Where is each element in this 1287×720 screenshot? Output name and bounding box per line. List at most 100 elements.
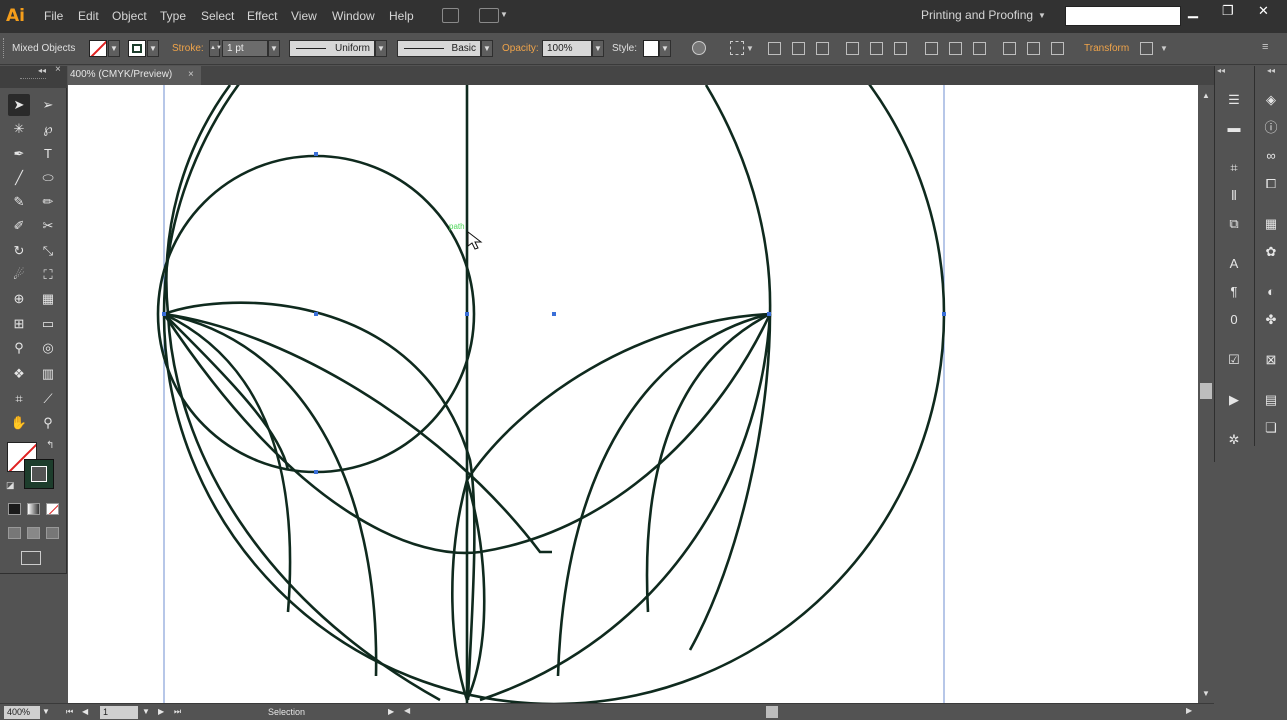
collapse-dock-2-icon[interactable]: ◂◂ — [1267, 66, 1275, 75]
arrange-dropdown-icon[interactable]: ▼ — [500, 10, 508, 19]
brush-definition-select[interactable]: Basic — [397, 40, 481, 57]
menu-type[interactable]: Type — [160, 9, 186, 23]
gradient-tool-icon[interactable]: ▭ — [37, 313, 59, 335]
profile-dropdown-icon[interactable]: ▼ — [375, 40, 387, 57]
fill-dropdown-icon[interactable]: ▼ — [108, 40, 120, 57]
document-tab-close-icon[interactable]: × — [188, 69, 194, 80]
menu-view[interactable]: View — [291, 9, 317, 23]
gradient-panel-icon[interactable]: ▬ — [1224, 118, 1244, 138]
menu-edit[interactable]: Edit — [78, 9, 99, 23]
paintbrush-tool-icon[interactable]: ✎ — [8, 191, 30, 213]
previous-artboard-icon[interactable]: ◀ — [82, 707, 88, 716]
stroke-label[interactable]: Stroke: — [172, 43, 204, 54]
stroke-weight-dropdown-icon[interactable]: ▼ — [268, 40, 280, 57]
inner-arc-bottom-right-path[interactable] — [479, 313, 772, 702]
left-leaf-stroke-1[interactable] — [163, 312, 292, 613]
vertical-align-bottom-icon[interactable] — [894, 42, 907, 55]
free-transform-tool-icon[interactable]: ⛶ — [37, 264, 59, 286]
document-tab[interactable]: 400% (CMYK/Preview) — [68, 66, 201, 85]
scroll-right-icon[interactable]: ▶ — [1186, 706, 1192, 715]
opentype-panel-icon[interactable]: 0 — [1224, 310, 1244, 330]
align-to-selection-icon[interactable] — [730, 41, 744, 55]
vertical-align-center-icon[interactable] — [870, 42, 883, 55]
restore-icon[interactable]: ❐ — [1222, 3, 1234, 19]
collapse-panel-icon[interactable]: ◂◂ — [38, 66, 46, 75]
magic-wand-tool-icon[interactable]: ✳ — [8, 118, 30, 140]
workspace-switcher[interactable]: Printing and Proofing — [921, 8, 1033, 22]
scale-tool-icon[interactable]: ⤡ — [37, 240, 59, 262]
eyedropper-tool-icon[interactable]: ⚲ — [8, 337, 30, 359]
first-artboard-icon[interactable]: ⏮ — [66, 707, 73, 717]
stroke-color-swatch[interactable] — [128, 40, 146, 57]
vertical-scrollbar[interactable]: ▲ ▼ — [1198, 85, 1214, 703]
opacity-dropdown-icon[interactable]: ▼ — [592, 40, 604, 57]
next-artboard-icon[interactable]: ▶ — [158, 707, 164, 716]
transform-panel-icon[interactable]: ⌗ — [1224, 158, 1244, 178]
pen-tool-icon[interactable]: ✒ — [8, 143, 30, 165]
outer-circle-path[interactable] — [162, 85, 946, 703]
vertical-distribute-top-icon[interactable] — [925, 42, 938, 55]
inner-arc-bottom-left-path[interactable] — [166, 313, 441, 702]
zoom-tool-icon[interactable]: ⚲ — [37, 412, 59, 434]
graphic-style-swatch[interactable] — [643, 40, 659, 57]
anchor-point[interactable] — [314, 152, 318, 156]
vertical-distribute-bottom-icon[interactable] — [973, 42, 986, 55]
vertical-align-top-icon[interactable] — [846, 42, 859, 55]
horizontal-align-right-icon[interactable] — [816, 42, 829, 55]
artboard-number-field[interactable]: 1 — [100, 706, 138, 719]
anchor-point[interactable] — [942, 312, 946, 316]
blob-brush-tool-icon[interactable]: ✐ — [8, 215, 30, 237]
isolate-dropdown-icon[interactable]: ▼ — [1160, 44, 1168, 53]
anchor-point[interactable] — [465, 312, 469, 316]
brush-dropdown-icon[interactable]: ▼ — [481, 40, 493, 57]
isolate-selected-icon[interactable] — [1140, 42, 1153, 55]
layers-panel-icon[interactable]: ◈ — [1261, 90, 1281, 110]
pathfinder-panel-icon[interactable]: ⧉ — [1224, 214, 1244, 234]
close-panel-icon[interactable]: × — [55, 64, 61, 75]
fill-color-swatch[interactable] — [89, 40, 107, 57]
inner-arc-right-path[interactable] — [688, 85, 772, 651]
perspective-grid-tool-icon[interactable]: ▦ — [37, 288, 59, 310]
help-search-input[interactable] — [1065, 6, 1181, 26]
align-panel-icon[interactable]: ⫴ — [1224, 186, 1244, 206]
control-panel-menu-icon[interactable]: ≡ — [1262, 41, 1268, 53]
status-menu-icon[interactable]: ▶ — [388, 707, 394, 716]
artboard-tool-icon[interactable]: ⌗ — [8, 388, 30, 410]
scroll-left-icon[interactable]: ◀ — [404, 706, 410, 715]
collapse-dock-icon[interactable]: ◂◂ — [1217, 66, 1225, 75]
info-panel-icon[interactable]: ⓘ — [1261, 118, 1281, 138]
slice-tool-icon[interactable]: ⟋ — [37, 388, 59, 410]
screen-mode-icon[interactable] — [21, 551, 41, 565]
actions-panel-icon[interactable]: ▶ — [1224, 390, 1244, 410]
stroke-weight-field[interactable]: 1 pt — [222, 40, 268, 57]
style-dropdown-icon[interactable]: ▼ — [659, 40, 671, 57]
none-mode-icon[interactable] — [46, 503, 59, 515]
anchor-point[interactable] — [162, 312, 166, 316]
opacity-field[interactable]: 100% — [542, 40, 592, 57]
mesh-tool-icon[interactable]: ⊞ — [8, 313, 30, 335]
recolor-artwork-icon[interactable] — [692, 41, 706, 55]
graphic-styles-panel-icon[interactable]: ✤ — [1261, 310, 1281, 330]
menu-effect[interactable]: Effect — [247, 9, 277, 23]
artboards-panel-icon[interactable]: ⧠ — [1261, 174, 1281, 194]
hand-tool-icon[interactable]: ✋ — [8, 412, 30, 434]
libraries-panel-icon[interactable]: ❏ — [1261, 418, 1281, 438]
right-lens-top-path[interactable] — [465, 312, 771, 481]
scissors-tool-icon[interactable]: ✂ — [37, 215, 59, 237]
blend-tool-icon[interactable]: ◎ — [37, 337, 59, 359]
draw-inside-icon[interactable] — [46, 527, 59, 539]
horizontal-scroll-thumb[interactable] — [766, 706, 778, 718]
asset-export-panel-icon[interactable]: ▤ — [1261, 390, 1281, 410]
attributes-panel-icon[interactable]: ⊠ — [1261, 350, 1281, 370]
menu-file[interactable]: File — [44, 9, 63, 23]
last-artboard-icon[interactable]: ⏭ — [174, 707, 181, 717]
variable-width-profile-select[interactable]: Uniform — [289, 40, 375, 57]
shape-builder-tool-icon[interactable]: ⊕ — [8, 288, 30, 310]
swatches-panel-icon[interactable]: ▦ — [1261, 214, 1281, 234]
stroke-dropdown-icon[interactable]: ▼ — [147, 40, 159, 57]
vertical-scroll-thumb[interactable] — [1200, 383, 1212, 399]
pencil-tool-icon[interactable]: ✏ — [37, 191, 59, 213]
scroll-up-icon[interactable]: ▲ — [1202, 91, 1210, 100]
default-fill-stroke-icon[interactable]: ◪ — [6, 480, 15, 491]
horizontal-align-left-icon[interactable] — [768, 42, 781, 55]
